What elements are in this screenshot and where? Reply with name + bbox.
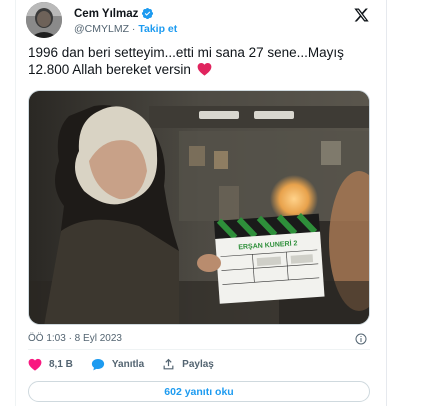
author-avatar[interactable] (26, 2, 62, 38)
reply-label: Yanıtla (111, 359, 145, 370)
author-handle[interactable]: @CMYLMZ (74, 23, 129, 35)
divider (28, 349, 370, 350)
tweet-media-video[interactable]: ERŞAN KUNERİ 2 (28, 90, 370, 325)
author-name-row[interactable]: Cem Yılmaz (74, 7, 154, 20)
reply-button[interactable]: Yanıtla (91, 358, 144, 371)
follow-link[interactable]: Takip et (138, 23, 177, 35)
tweet-timestamp[interactable]: ÖÖ 1:03 · 8 Eyl 2023 (28, 333, 122, 344)
right-border (386, 0, 387, 406)
x-logo-icon[interactable] (353, 7, 370, 23)
author-name[interactable]: Cem Yılmaz (74, 8, 138, 20)
like-button[interactable]: 8,1 B (28, 358, 73, 371)
read-replies-button[interactable]: 602 yanıtı oku (28, 381, 370, 402)
like-heart-icon (28, 358, 42, 371)
dot-separator: · (129, 23, 139, 35)
red-heart-emoji-icon (197, 63, 211, 76)
read-replies-label: 602 yanıtı oku (164, 385, 234, 398)
verified-badge-icon (142, 7, 154, 20)
avatar-photo (26, 2, 62, 38)
tweet-text: 1996 dan beri setteyim...etti mi sana 27… (28, 45, 344, 77)
reply-bubble-icon (91, 358, 105, 371)
share-button[interactable]: Paylaş (162, 358, 214, 371)
info-icon[interactable] (355, 333, 367, 345)
like-count: 8,1 B (49, 359, 73, 370)
action-bar: 8,1 B Yanıtla Paylaş (28, 358, 232, 371)
share-label: Paylaş (182, 359, 214, 370)
tweet-embed-card: Cem Yılmaz @CMYLMZ · Takip et 1996 dan b… (16, 0, 386, 406)
share-icon (163, 358, 174, 370)
media-still-image: ERŞAN KUNERİ 2 (29, 91, 369, 324)
author-handle-row: @CMYLMZ · Takip et (74, 23, 177, 35)
tweet-text-block: 1996 dan beri setteyim...etti mi sana 27… (28, 44, 368, 78)
